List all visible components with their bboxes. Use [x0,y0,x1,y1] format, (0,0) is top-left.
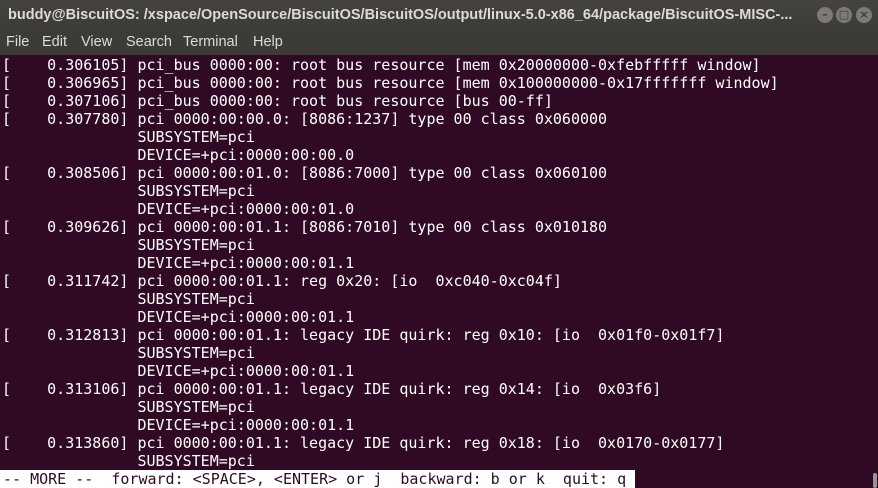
terminal-line: [ 0.307780] pci 0000:00:00.0: [8086:1237… [2,110,608,128]
terminal-line: DEVICE=+pci:0000:00:01.1 [2,254,355,272]
menu-file[interactable]: File [6,30,29,55]
scrollbar-thumb[interactable] [873,473,877,488]
terminal-line: SUBSYSTEM=pci [2,398,255,416]
terminal-line: DEVICE=+pci:0000:00:00.0 [2,146,355,164]
title-bar[interactable]: buddy@BiscuitOS: /xspace/OpenSource/Bisc… [0,0,878,30]
terminal-line: SUBSYSTEM=pci [2,236,255,254]
terminal-line: [ 0.313106] pci 0000:00:01.1: legacy IDE… [2,380,662,398]
menu-search[interactable]: Search [126,30,172,55]
menu-help[interactable]: Help [253,30,283,55]
terminal-line: SUBSYSTEM=pci [2,344,255,362]
terminal-line: DEVICE=+pci:0000:00:01.1 [2,308,355,326]
terminal-window: buddy@BiscuitOS: /xspace/OpenSource/Bisc… [0,0,878,488]
terminal-line: [ 0.309626] pci 0000:00:01.1: [8086:7010… [2,218,608,236]
terminal-line: [ 0.312813] pci 0000:00:01.1: legacy IDE… [2,326,725,344]
menu-view[interactable]: View [81,30,112,55]
scrollbar[interactable] [872,55,878,488]
terminal-line: SUBSYSTEM=pci [2,452,255,470]
terminal-output[interactable]: [ 0.306105] pci_bus 0000:00: root bus re… [0,55,872,488]
terminal-line: [ 0.306965] pci_bus 0000:00: root bus re… [2,74,779,92]
minimize-icon[interactable]: – [817,7,833,23]
terminal-line: DEVICE=+pci:0000:00:01.1 [2,362,355,380]
close-icon[interactable]: × [856,7,872,23]
menu-terminal[interactable]: Terminal [183,30,238,55]
terminal-line: [ 0.308506] pci 0000:00:01.0: [8086:7000… [2,164,608,182]
terminal-line: [ 0.306105] pci_bus 0000:00: root bus re… [2,56,761,74]
terminal-line: [ 0.311742] pci 0000:00:01.1: reg 0x20: … [2,272,562,290]
terminal-lines: [ 0.306105] pci_bus 0000:00: root bus re… [2,56,779,470]
terminal-line: SUBSYSTEM=pci [2,182,255,200]
menu-edit[interactable]: Edit [42,30,67,55]
terminal-line: DEVICE=+pci:0000:00:01.1 [2,416,355,434]
terminal-line: [ 0.307106] pci_bus 0000:00: root bus re… [2,92,553,110]
pager-prompt: -- MORE -- forward: <SPACE>, <ENTER> or … [0,470,636,488]
window-title: buddy@BiscuitOS: /xspace/OpenSource/Bisc… [8,7,793,23]
maximize-icon[interactable]: □ [836,7,852,23]
terminal-line: DEVICE=+pci:0000:00:01.0 [2,200,355,218]
menu-bar: File Edit View Search Terminal Help [0,30,878,55]
terminal-line: SUBSYSTEM=pci [2,128,255,146]
terminal-line: SUBSYSTEM=pci [2,290,255,308]
terminal-line: [ 0.313860] pci 0000:00:01.1: legacy IDE… [2,434,725,452]
